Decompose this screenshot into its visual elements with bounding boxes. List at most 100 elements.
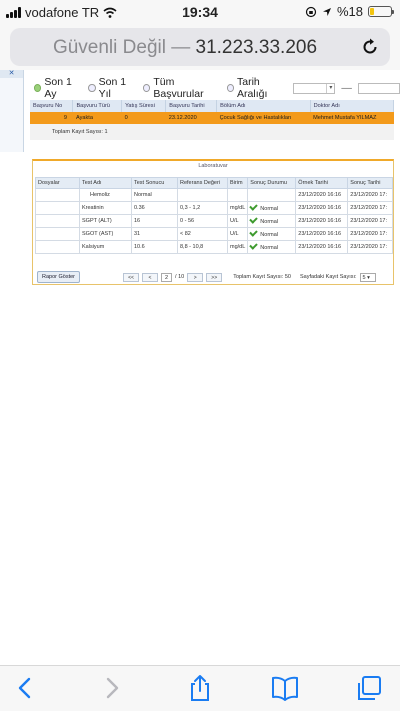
table-row-selected[interactable]: 9 Ayakta 0 23.12.2020 Çocuk Sağlığı ve H… (30, 112, 394, 124)
column-header[interactable]: Yatış Süresi (121, 100, 167, 112)
status-bar: vodafone TR 19:34 %18 (0, 0, 400, 24)
sample-date: 23/12/2020 16:16 (295, 201, 349, 215)
column-header[interactable]: Başvuru Türü (72, 100, 123, 112)
file-cell (35, 227, 80, 241)
applications-table: Başvuru No Başvuru Türü Yatış Süresi Baş… (30, 100, 395, 124)
radio-icon[interactable] (88, 84, 96, 92)
table-cell: Ayakta (72, 112, 122, 124)
page-count: / 10 (175, 274, 185, 280)
next-page-button[interactable]: > (187, 272, 204, 282)
table-cell: 0 (121, 112, 166, 124)
result-status: Normal (247, 240, 297, 254)
table-header-row: Dosyalar Test Adı Test Sonucu Referans D… (35, 177, 393, 189)
status-label: Normal (260, 245, 279, 251)
tabs-icon[interactable] (354, 674, 384, 702)
security-warning: Güvenli Değil — (52, 37, 191, 58)
table-row[interactable]: Hemoliz Normal 23/12/2020 16:16 23/12/20… (35, 188, 393, 202)
unit: mg/dL (226, 240, 249, 254)
table-row[interactable]: SGOT (AST) 31 < 82 U/L Normal 23/12/2020… (35, 227, 393, 241)
show-report-button[interactable]: Rapor Göster (37, 271, 81, 283)
check-icon (249, 202, 259, 211)
orientation-lock-icon (305, 6, 317, 17)
applications-total: Toplam Kayıt Sayısı: 1 (30, 124, 394, 140)
check-icon (249, 241, 259, 250)
column-header[interactable]: Doktor Adı (310, 100, 395, 112)
side-panel-header: ✕ (0, 70, 23, 78)
unit: U/L (226, 214, 249, 228)
filter-last-month[interactable]: Son 1 Ay (34, 76, 82, 100)
per-page-label: Sayfadaki Kayıt Sayısı: (299, 274, 357, 280)
radio-icon[interactable] (142, 84, 151, 92)
sample-date: 23/12/2020 16:16 (295, 214, 349, 228)
url-text[interactable]: Güvenli Değil — 31.223.33.206 (10, 37, 360, 59)
file-cell (35, 214, 80, 228)
table-cell: Çocuk Sağlığı ve Hastalıkları (216, 112, 311, 124)
filter-last-year[interactable]: Son 1 Yıl (88, 76, 137, 100)
back-icon[interactable] (10, 674, 40, 702)
check-icon (249, 215, 259, 224)
last-page-button[interactable]: >> (206, 272, 223, 282)
radio-icon[interactable] (226, 84, 235, 92)
share-icon[interactable] (185, 674, 215, 702)
column-header[interactable]: Sonuç Tarihi (347, 177, 393, 189)
column-header[interactable]: Bölüm Adı (216, 100, 311, 112)
per-page-select[interactable]: 5 ▾ (359, 272, 376, 282)
prev-page-button[interactable]: < (142, 272, 159, 282)
url-address: 31.223.33.206 (195, 37, 318, 58)
column-header[interactable]: Birim (226, 177, 249, 189)
column-header[interactable]: Örnek Tarihi (295, 177, 349, 189)
panel-close-icon[interactable]: ✕ (9, 70, 15, 77)
test-name: Kalsiyum (79, 240, 132, 254)
safari-toolbar (0, 665, 400, 711)
table-row[interactable]: SGPT (ALT) 16 0 - 56 U/L Normal 23/12/20… (35, 214, 393, 228)
reference-value: 0,3 - 1,2 (177, 201, 228, 215)
date-filters: Son 1 Ay Son 1 Yıl Tüm Başvurular Tarih … (34, 76, 400, 100)
filter-date-range[interactable]: Tarih Aralığı (226, 76, 288, 100)
location-icon (322, 7, 331, 16)
web-page: ✕ Son 1 Ay Son 1 Yıl Tüm Başvurular Tari… (0, 70, 400, 665)
file-cell (35, 240, 80, 254)
file-cell (35, 201, 80, 215)
laboratory-panel: Laboratuvar Dosyalar Test Adı Test Sonuc… (32, 159, 394, 285)
test-result: Normal (131, 188, 178, 202)
battery-icon (368, 6, 394, 17)
bookmarks-icon[interactable] (270, 674, 300, 702)
column-header[interactable]: Dosyalar (35, 177, 80, 189)
forward-icon (106, 677, 119, 699)
reference-value: 0 - 56 (177, 214, 228, 228)
first-page-button[interactable]: << (123, 272, 140, 282)
column-header[interactable]: Referans Değeri (177, 177, 228, 189)
unit (226, 188, 249, 202)
table-row[interactable]: Kalsiyum 10.6 8,8 - 10,8 mg/dL Normal 23… (35, 240, 393, 254)
page-number-input[interactable]: 2 (161, 272, 173, 282)
column-header[interactable]: Başvuru Tarihi (165, 100, 218, 112)
column-header[interactable]: Başvuru No (30, 100, 74, 112)
filter-all[interactable]: Tüm Başvurular (142, 76, 221, 100)
end-date-select[interactable] (357, 82, 400, 94)
column-header[interactable]: Sonuç Durumu (247, 177, 297, 189)
address-bar[interactable]: Güvenli Değil — 31.223.33.206 (10, 28, 390, 66)
date-separator: — (341, 82, 352, 94)
column-header[interactable]: Test Sonucu (131, 177, 178, 189)
filter-label: Tüm Başvurular (153, 76, 204, 100)
table-row[interactable]: Kreatinin 0.36 0,3 - 1,2 mg/dL Normal 23… (35, 201, 393, 215)
result-date: 23/12/2020 17: (347, 188, 393, 202)
radio-icon[interactable] (34, 84, 42, 92)
check-icon (249, 228, 259, 237)
total-records: Toplam Kayıt Sayısı: 50 (233, 274, 291, 280)
test-result: 31 (131, 227, 178, 241)
reload-icon[interactable] (360, 37, 380, 57)
sample-date: 23/12/2020 16:16 (295, 188, 349, 202)
file-cell (35, 188, 80, 202)
result-status: Normal (247, 227, 297, 241)
column-header[interactable]: Test Adı (79, 177, 132, 189)
test-result: 0.36 (131, 201, 178, 215)
start-date-select[interactable]: ▾ (293, 82, 336, 94)
filter-label: Son 1 Ay (44, 76, 72, 100)
test-result: 16 (131, 214, 178, 228)
unit: U/L (226, 227, 249, 241)
result-status: Normal (247, 214, 297, 228)
reference-value: < 82 (177, 227, 228, 241)
lab-results-table: Dosyalar Test Adı Test Sonucu Referans D… (35, 177, 393, 254)
sample-date: 23/12/2020 16:16 (295, 240, 349, 254)
